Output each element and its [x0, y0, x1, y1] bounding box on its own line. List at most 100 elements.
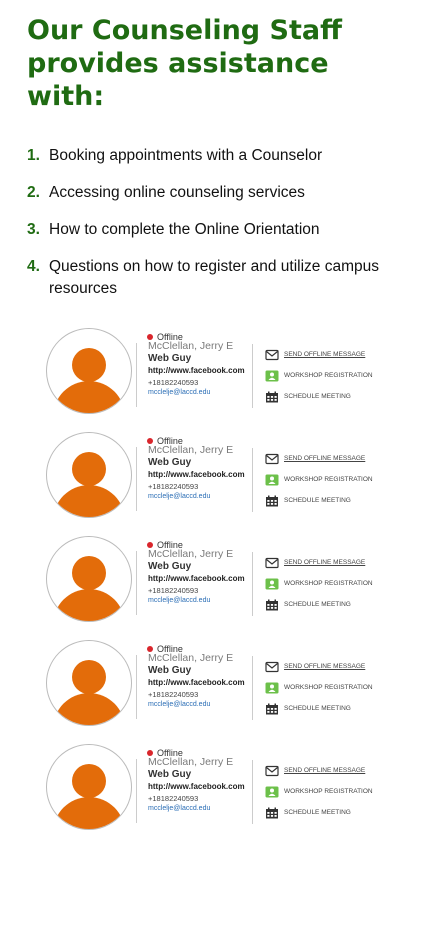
counselor-info: McClellan, Jerry E Web Guy http://www.fa…: [136, 756, 253, 823]
workshop-registration-label[interactable]: WORKSHOP REGISTRATION: [284, 580, 373, 587]
schedule-meeting-label[interactable]: SCHEDULE MEETING: [284, 393, 351, 400]
workshop-registration-link[interactable]: WORKSHOP REGISTRATION: [265, 677, 373, 698]
counselor-url[interactable]: http://www.facebook.com: [148, 781, 253, 793]
envelope-icon: [265, 661, 279, 672]
schedule-meeting-link[interactable]: SCHEDULE MEETING: [265, 802, 373, 823]
counselor-url[interactable]: http://www.facebook.com: [148, 677, 253, 689]
workshop-icon: [265, 786, 279, 797]
counselor-title: Web Guy: [148, 353, 192, 364]
workshop-icon: [265, 578, 279, 589]
envelope-icon: [265, 349, 279, 360]
counselor-info: McClellan, Jerry E Web Guy http://www.fa…: [136, 340, 253, 407]
send-offline-message-label[interactable]: SEND OFFLINE MESSAGE: [284, 767, 365, 774]
send-offline-message-link[interactable]: SEND OFFLINE MESSAGE: [265, 552, 373, 573]
send-offline-message-link[interactable]: SEND OFFLINE MESSAGE: [265, 760, 373, 781]
calendar-icon: [266, 599, 278, 610]
counselor-title: Web Guy: [148, 665, 192, 676]
assistance-item-number: 4.: [27, 258, 40, 275]
send-offline-message-label[interactable]: SEND OFFLINE MESSAGE: [284, 351, 365, 358]
assistance-item: 4. Questions on how to register and util…: [27, 256, 412, 300]
counselor-actions: SEND OFFLINE MESSAGE WORKSHOP REGISTRATI…: [252, 656, 373, 720]
user-avatar-icon: [46, 432, 132, 518]
counselor-card-list: Offline McClellan, Jerry E Web Guy http:…: [0, 326, 430, 846]
workshop-registration-label[interactable]: WORKSHOP REGISTRATION: [284, 476, 373, 483]
calendar-icon: [266, 807, 278, 818]
avatar-shoulders: [53, 485, 125, 517]
send-offline-message-label[interactable]: SEND OFFLINE MESSAGE: [284, 559, 365, 566]
workshop-registration-label[interactable]: WORKSHOP REGISTRATION: [284, 684, 373, 691]
assistance-item-text: Booking appointments with a Counselor: [49, 147, 323, 164]
workshop-icon: [265, 370, 279, 381]
counselor-name: McClellan, Jerry E: [148, 548, 234, 560]
assistance-item-number: 2.: [27, 184, 40, 201]
counselor-email[interactable]: mcclelje@laccd.edu: [148, 596, 253, 606]
counselor-email[interactable]: mcclelje@laccd.edu: [148, 492, 253, 502]
user-avatar-icon: [46, 640, 132, 726]
assistance-item: 1. Booking appointments with a Counselor: [27, 145, 412, 167]
assistance-item-text: Questions on how to register and utilize…: [49, 258, 379, 297]
counselor-actions: SEND OFFLINE MESSAGE WORKSHOP REGISTRATI…: [252, 552, 373, 616]
counselor-card: Offline McClellan, Jerry E Web Guy http:…: [0, 742, 430, 846]
user-avatar-icon: [46, 328, 132, 414]
workshop-registration-link[interactable]: WORKSHOP REGISTRATION: [265, 573, 373, 594]
counselor-url[interactable]: http://www.facebook.com: [148, 365, 253, 377]
schedule-meeting-label[interactable]: SCHEDULE MEETING: [284, 809, 351, 816]
counselor-phone: +18182240593: [148, 482, 199, 491]
counselor-card: Offline McClellan, Jerry E Web Guy http:…: [0, 638, 430, 742]
counselor-title: Web Guy: [148, 561, 192, 572]
schedule-meeting-link[interactable]: SCHEDULE MEETING: [265, 594, 373, 615]
workshop-icon: [265, 682, 279, 693]
workshop-registration-label[interactable]: WORKSHOP REGISTRATION: [284, 372, 373, 379]
counselor-title: Web Guy: [148, 769, 192, 780]
counselor-phone: +18182240593: [148, 378, 199, 387]
schedule-meeting-label[interactable]: SCHEDULE MEETING: [284, 601, 351, 608]
counselor-phone: +18182240593: [148, 690, 199, 699]
calendar-icon: [266, 495, 278, 506]
workshop-registration-link[interactable]: WORKSHOP REGISTRATION: [265, 469, 373, 490]
counselor-info: McClellan, Jerry E Web Guy http://www.fa…: [136, 444, 253, 511]
counselor-name: McClellan, Jerry E: [148, 444, 234, 456]
send-offline-message-label[interactable]: SEND OFFLINE MESSAGE: [284, 455, 365, 462]
workshop-registration-label[interactable]: WORKSHOP REGISTRATION: [284, 788, 373, 795]
schedule-meeting-label[interactable]: SCHEDULE MEETING: [284, 705, 351, 712]
avatar-head: [72, 452, 106, 486]
counselor-email[interactable]: mcclelje@laccd.edu: [148, 388, 253, 398]
schedule-meeting-link[interactable]: SCHEDULE MEETING: [265, 490, 373, 511]
send-offline-message-label[interactable]: SEND OFFLINE MESSAGE: [284, 663, 365, 670]
counselor-card: Offline McClellan, Jerry E Web Guy http:…: [0, 326, 430, 430]
assistance-item-number: 1.: [27, 147, 40, 164]
counselor-title: Web Guy: [148, 457, 192, 468]
counselor-card: Offline McClellan, Jerry E Web Guy http:…: [0, 430, 430, 534]
counselor-email[interactable]: mcclelje@laccd.edu: [148, 804, 253, 814]
assistance-item-number: 3.: [27, 221, 40, 238]
user-avatar-icon: [46, 536, 132, 622]
schedule-meeting-link[interactable]: SCHEDULE MEETING: [265, 386, 373, 407]
avatar-shoulders: [53, 693, 125, 725]
avatar-shoulders: [53, 381, 125, 413]
avatar-head: [72, 764, 106, 798]
workshop-registration-link[interactable]: WORKSHOP REGISTRATION: [265, 781, 373, 802]
send-offline-message-link[interactable]: SEND OFFLINE MESSAGE: [265, 656, 373, 677]
send-offline-message-link[interactable]: SEND OFFLINE MESSAGE: [265, 448, 373, 469]
counselor-info: McClellan, Jerry E Web Guy http://www.fa…: [136, 548, 253, 615]
schedule-meeting-label[interactable]: SCHEDULE MEETING: [284, 497, 351, 504]
counselor-url[interactable]: http://www.facebook.com: [148, 573, 253, 585]
workshop-icon: [265, 474, 279, 485]
workshop-registration-link[interactable]: WORKSHOP REGISTRATION: [265, 365, 373, 386]
avatar-head: [72, 660, 106, 694]
counselor-info: McClellan, Jerry E Web Guy http://www.fa…: [136, 652, 253, 719]
counselor-phone: +18182240593: [148, 586, 199, 595]
calendar-icon: [266, 391, 278, 402]
envelope-icon: [265, 453, 279, 464]
send-offline-message-link[interactable]: SEND OFFLINE MESSAGE: [265, 344, 373, 365]
calendar-icon: [266, 703, 278, 714]
counselor-actions: SEND OFFLINE MESSAGE WORKSHOP REGISTRATI…: [252, 344, 373, 408]
page-heading: Our Counseling Staff provides assistance…: [27, 15, 342, 112]
counselor-url[interactable]: http://www.facebook.com: [148, 469, 253, 481]
user-avatar-icon: [46, 744, 132, 830]
counselor-email[interactable]: mcclelje@laccd.edu: [148, 700, 253, 710]
assistance-item: 3. How to complete the Online Orientatio…: [27, 219, 412, 241]
counselor-actions: SEND OFFLINE MESSAGE WORKSHOP REGISTRATI…: [252, 760, 373, 824]
counselor-actions: SEND OFFLINE MESSAGE WORKSHOP REGISTRATI…: [252, 448, 373, 512]
schedule-meeting-link[interactable]: SCHEDULE MEETING: [265, 698, 373, 719]
